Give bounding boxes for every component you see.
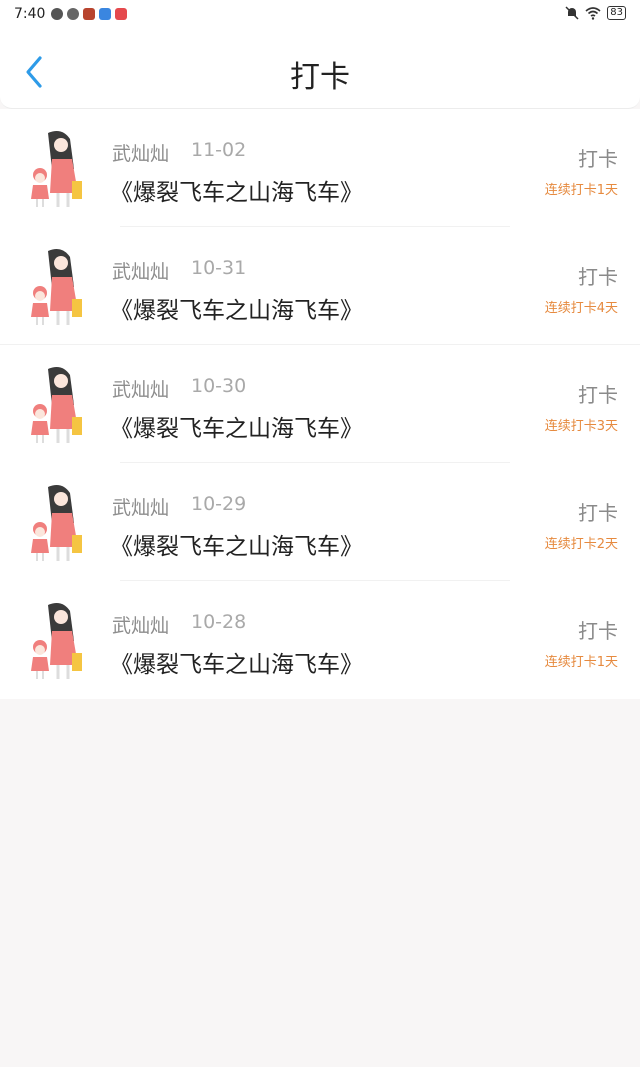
checkin-date: 10-28 [191,611,247,633]
book-title: 《爆裂飞车之山海飞车》 [110,652,363,678]
status-time: 7:40 [14,6,46,22]
checkin-button[interactable]: 打卡 [578,143,618,172]
book-title: 《爆裂飞车之山海飞车》 [110,534,363,560]
list-item[interactable]: 武灿灿 10-28 《爆裂飞车之山海飞车》 打卡 连续打卡1天 [0,581,640,699]
list-item[interactable]: 武灿灿 11-02 《爆裂飞车之山海飞车》 打卡 连续打卡1天 [0,109,640,227]
avatar [31,131,82,207]
streak-label: 连续打卡1天 [544,655,618,670]
checkin-button[interactable]: 打卡 [578,261,618,290]
status-indicators: 83 [565,6,626,20]
streak-label: 连续打卡3天 [544,419,618,434]
checkin-date: 10-29 [191,493,247,515]
checkin-list: 武灿灿 11-02 《爆裂飞车之山海飞车》 打卡 连续打卡1天 武灿灿 10-3… [0,109,640,699]
avatar [31,367,82,443]
avatar [31,485,82,561]
checkin-button[interactable]: 打卡 [578,379,618,408]
browser-icon [67,8,80,20]
red-app-icon [115,8,128,20]
status-bar: 7:40 83 [0,0,640,28]
user-name: 武灿灿 [112,143,170,165]
checkin-button[interactable]: 打卡 [578,497,618,526]
battery-indicator: 83 [607,6,626,20]
checkin-date: 10-30 [191,375,247,397]
streak-label: 连续打卡2天 [544,537,618,552]
avatar [31,249,82,325]
streak-label: 连续打卡4天 [544,301,618,316]
user-name: 武灿灿 [112,497,170,519]
book-title: 《爆裂飞车之山海飞车》 [110,180,363,206]
list-item[interactable]: 武灿灿 10-29 《爆裂飞车之山海飞车》 打卡 连续打卡2天 [0,463,640,581]
mute-bell-icon [565,6,579,20]
page-header: 打卡 [0,28,640,109]
streak-label: 连续打卡1天 [544,183,618,198]
book-title: 《爆裂飞车之山海飞车》 [110,298,363,324]
game-app-icon [83,8,96,20]
book-title: 《爆裂飞车之山海飞车》 [110,416,363,442]
list-item[interactable]: 武灿灿 10-31 《爆裂飞车之山海飞车》 打卡 连续打卡4天 [0,227,640,345]
user-name: 武灿灿 [112,615,170,637]
list-item[interactable]: 武灿灿 10-30 《爆裂飞车之山海飞车》 打卡 连续打卡3天 [0,345,640,463]
checkin-date: 10-31 [191,257,247,279]
user-name: 武灿灿 [112,379,170,401]
page-title: 打卡 [290,60,350,95]
avatar [31,603,82,679]
wifi-icon [585,7,601,20]
wechat-icon [51,8,64,20]
cloud-app-icon [99,8,112,20]
checkin-button[interactable]: 打卡 [578,615,618,644]
checkin-date: 11-02 [191,139,247,161]
user-name: 武灿灿 [112,261,170,283]
